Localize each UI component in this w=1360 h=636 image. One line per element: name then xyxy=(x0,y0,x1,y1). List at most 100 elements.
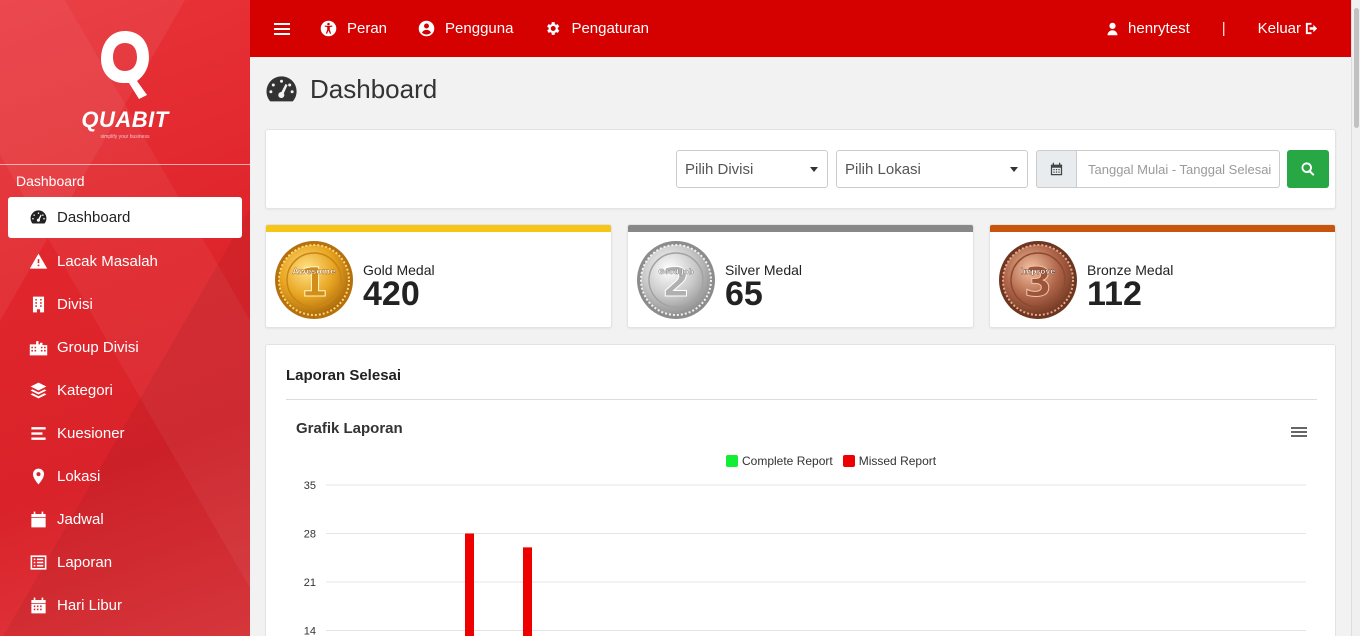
silver-medal-card: 2 Good Job Silver Medal 65 xyxy=(627,224,974,328)
brand[interactable]: QUABIT simplify your business xyxy=(0,0,250,165)
location-select-value: Pilih Lokasi xyxy=(845,160,921,178)
sidebar-item-lacak-masalah[interactable]: Lacak Masalah xyxy=(0,240,250,283)
y-tick-label: 14 xyxy=(304,626,316,636)
calendar-alt-icon xyxy=(28,596,48,616)
hamburger-menu-icon[interactable] xyxy=(274,20,290,38)
report-panel: Laporan Selesai Grafik Laporan Complete … xyxy=(265,344,1336,636)
legend-swatch xyxy=(726,455,738,467)
sidebar-item-dashboard[interactable]: Dashboard xyxy=(8,197,242,238)
city-icon xyxy=(28,338,48,358)
layers-icon xyxy=(28,381,48,401)
chart-legend: Complete Report Missed Report xyxy=(726,454,946,468)
list-alt-icon xyxy=(28,553,48,573)
search-icon xyxy=(1301,162,1315,176)
sidebar-item-lokasi[interactable]: Lokasi xyxy=(0,455,250,498)
sidebar-item-label: Group Divisi xyxy=(57,339,139,356)
sidebar-item-label: Lokasi xyxy=(57,468,101,485)
silver-medal-icon: 2 Good Job xyxy=(637,241,715,319)
building-icon xyxy=(28,295,48,315)
legend-swatch xyxy=(842,455,855,467)
brand-tagline: simplify your business xyxy=(100,133,150,140)
sidebar-menu: Dashboard Lacak Masalah Divisi Group Div… xyxy=(0,197,250,627)
brand-name: QUABIT xyxy=(81,106,169,132)
svg-text:Good Job: Good Job xyxy=(658,268,693,276)
chevron-down-icon xyxy=(810,167,818,172)
gold-medal-icon: 1 Awesome xyxy=(275,241,353,319)
map-marker-icon xyxy=(28,467,48,487)
sign-out-icon xyxy=(1305,22,1318,35)
report-title: Laporan Selesai xyxy=(286,367,402,384)
legend-label: Missed Report xyxy=(858,454,937,468)
date-range-calendar-button[interactable] xyxy=(1036,150,1077,188)
location-select[interactable]: Pilih Lokasi xyxy=(836,150,1028,188)
sidebar: QUABIT simplify your business Dashboard … xyxy=(0,0,250,636)
report-bar-chart: 14 21 28 35 xyxy=(304,480,1306,636)
legend-item-missed-report[interactable]: Missed Report xyxy=(842,454,937,468)
page-title: Dashboard xyxy=(265,74,437,105)
svg-text:Awesome: Awesome xyxy=(292,267,336,276)
sidebar-item-label: Dashboard xyxy=(57,209,131,226)
scrollbar-thumb[interactable] xyxy=(1354,8,1359,128)
tachometer-icon xyxy=(28,208,48,228)
sidebar-item-label: Kategori xyxy=(57,382,113,399)
sidebar-item-laporan[interactable]: Laporan xyxy=(0,541,250,584)
sidebar-item-label: Jadwal xyxy=(57,511,104,528)
nav-label: Pengguna xyxy=(445,20,514,37)
sidebar-item-label: Divisi xyxy=(57,296,93,313)
filter-panel: Pilih Divisi Pilih Lokasi xyxy=(265,129,1336,209)
medal-color-bar xyxy=(628,225,973,232)
y-tick-label: 21 xyxy=(304,577,316,589)
sidebar-item-jadwal[interactable]: Jadwal xyxy=(0,498,250,541)
logout-label: Keluar xyxy=(1257,20,1301,37)
user-icon xyxy=(1107,22,1118,35)
chart-title: Grafik Laporan xyxy=(296,420,403,437)
user-menu[interactable]: henrytest xyxy=(1105,20,1190,37)
sidebar-item-label: Hari Libur xyxy=(57,597,123,614)
sidebar-item-label: Lacak Masalah xyxy=(57,253,158,270)
nav-peran[interactable]: Peran xyxy=(320,20,387,37)
sidebar-item-kuesioner[interactable]: Kuesioner xyxy=(0,412,250,455)
svg-text:Improve: Improve xyxy=(1021,267,1056,276)
nav-separator: | xyxy=(1221,20,1226,37)
calendar-icon xyxy=(1050,162,1063,176)
nav-pengguna[interactable]: Pengguna xyxy=(418,20,513,37)
calendar-icon xyxy=(28,510,48,530)
nav-pengaturan[interactable]: Pengaturan xyxy=(544,20,649,37)
nav-label: Pengaturan xyxy=(571,20,650,37)
nav-label: Peran xyxy=(347,20,388,37)
legend-item-complete-report[interactable]: Complete Report xyxy=(726,454,833,468)
tachometer-icon xyxy=(266,75,297,101)
gear-icon xyxy=(547,22,560,35)
warning-icon xyxy=(28,252,48,272)
user-circle-icon xyxy=(418,20,435,37)
page-title-text: Dashboard xyxy=(310,74,438,104)
page-scrollbar[interactable] xyxy=(1351,0,1360,636)
divider xyxy=(286,399,1317,400)
sidebar-item-label: Laporan xyxy=(57,554,113,571)
medal-color-bar xyxy=(990,225,1335,232)
logout-button[interactable]: Keluar xyxy=(1258,20,1319,37)
medal-count: 112 xyxy=(1087,275,1142,313)
top-navbar: Peran Pengguna Pengaturan henrytest | Ke… xyxy=(250,0,1351,57)
gold-medal-card: 1 Awesome Gold Medal 420 xyxy=(265,224,612,328)
universal-access-icon xyxy=(320,20,337,37)
missed-report-bar[interactable] xyxy=(465,533,474,636)
missed-report-bar[interactable] xyxy=(523,547,532,636)
sidebar-item-kategori[interactable]: Kategori xyxy=(0,369,250,412)
search-button[interactable] xyxy=(1287,150,1329,188)
date-range-input[interactable] xyxy=(1077,150,1280,188)
y-tick-label: 35 xyxy=(304,480,316,492)
list-icon xyxy=(28,424,48,444)
sidebar-item-label: Kuesioner xyxy=(57,425,125,442)
sidebar-item-group-divisi[interactable]: Group Divisi xyxy=(0,326,250,369)
division-select[interactable]: Pilih Divisi xyxy=(676,150,828,188)
bronze-medal-icon: 3 Improve xyxy=(999,241,1077,319)
medal-count: 420 xyxy=(363,275,420,313)
sidebar-item-divisi[interactable]: Divisi xyxy=(0,283,250,326)
bronze-medal-card: 3 Improve Bronze Medal 112 xyxy=(989,224,1336,328)
username: henrytest xyxy=(1128,20,1190,37)
top-right-group: henrytest | Keluar xyxy=(1105,0,1319,57)
sidebar-section-label: Dashboard xyxy=(16,173,85,189)
sidebar-item-hari-libur[interactable]: Hari Libur xyxy=(0,584,250,627)
chart-context-menu-icon[interactable] xyxy=(1291,425,1307,439)
